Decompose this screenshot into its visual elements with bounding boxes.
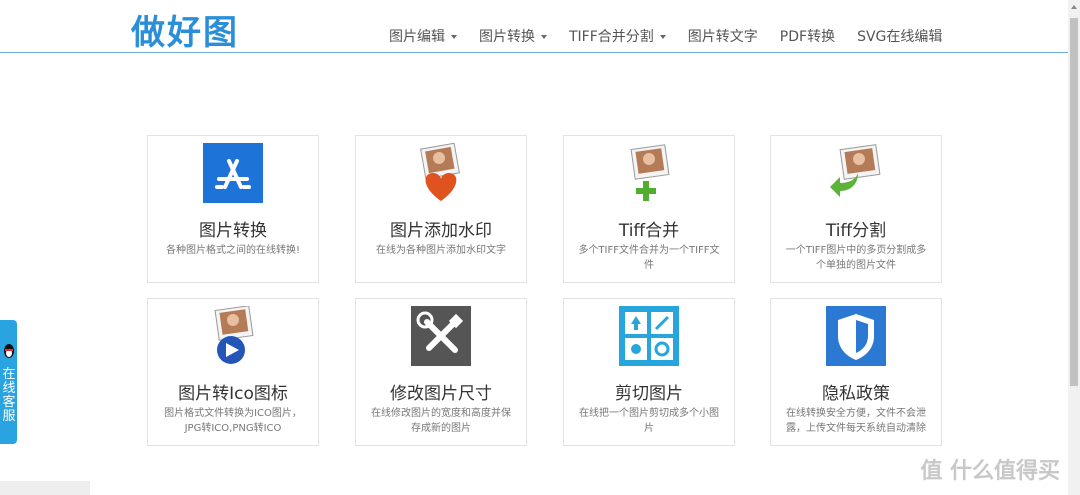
shield-icon: [826, 306, 886, 366]
side-tab-label: 在线客服: [2, 367, 16, 424]
scroll-up-icon[interactable]: [1071, 5, 1077, 9]
nav-tiff[interactable]: TIFF合并分割: [569, 26, 666, 46]
card-desc: 一个TIFF图片中的多页分割成多个单独的图片文件: [785, 245, 927, 271]
site-logo[interactable]: 做好图: [131, 5, 239, 54]
page-scrollbar[interactable]: [1068, 0, 1080, 495]
qq-penguin-icon: [4, 344, 14, 358]
card-watermark[interactable]: 图片添加水印 在线为各种图片添加水印文字: [355, 135, 527, 283]
card-desc: 图片格式文件转换为ICO图片，JPG转ICO,PNG转ICO: [164, 408, 302, 434]
card-title: Tiff分割: [825, 221, 887, 241]
photo-arrow-icon: [830, 144, 881, 197]
card-title: 图片转换: [199, 221, 267, 241]
card-tiff-split[interactable]: Tiff分割 一个TIFF图片中的多页分割成多个单独的图片文件: [770, 135, 942, 283]
card-title: 图片转Ico图标: [178, 384, 288, 404]
status-bar: [0, 481, 90, 495]
nav-svg[interactable]: SVG在线编辑: [857, 26, 942, 46]
card-desc: 多个TIFF文件合并为一个TIFF文件: [578, 245, 720, 271]
nav-image-edit[interactable]: 图片编辑: [389, 26, 457, 46]
card-title: 隐私政策: [822, 384, 890, 404]
nav-image-to-text[interactable]: 图片转文字: [688, 26, 758, 46]
card-image-convert[interactable]: 图片转换 各种图片格式之间的在线转换!: [147, 135, 319, 283]
photo-plus-icon: [630, 144, 670, 201]
photo-heart-icon: [420, 143, 460, 201]
card-title: Tiff合并: [618, 221, 680, 241]
caret-down-icon: [451, 35, 457, 39]
card-cut-image[interactable]: 剪切图片 在线把一个图片剪切成多个小图片: [563, 298, 735, 446]
card-desc: 在线把一个图片剪切成多个小图片: [579, 408, 719, 434]
card-title: 剪切图片: [615, 384, 683, 404]
smzdm-watermark: 值 什么值得买: [920, 459, 1060, 484]
nav-image-convert[interactable]: 图片转换: [479, 26, 547, 46]
card-image-to-ico[interactable]: 图片转Ico图标 图片格式文件转换为ICO图片，JPG转ICO,PNG转ICO: [147, 298, 319, 446]
caret-down-icon: [659, 35, 666, 39]
card-resize[interactable]: 修改图片尺寸 在线修改图片的宽度和高度并保存成新的图片: [355, 298, 527, 446]
card-privacy[interactable]: 隐私政策 在线转换安全方便，文件不会泄露，上传文件每天系统自动清除: [770, 298, 942, 446]
card-desc: 在线为各种图片添加水印文字: [376, 245, 506, 256]
caret-down-icon: [541, 35, 547, 39]
nav-pdf[interactable]: PDF转换: [780, 26, 835, 46]
cut-grid-icon: [619, 306, 679, 366]
scroll-thumb[interactable]: [1070, 18, 1078, 386]
main-nav: 图片编辑 图片转换 TIFF合并分割 图片转文字 PDF转换 SVG在线编辑: [389, 26, 964, 46]
card-desc: 在线转换安全方便，文件不会泄露，上传文件每天系统自动清除: [786, 408, 926, 434]
tools-icon: [411, 306, 471, 366]
card-desc: 各种图片格式之间的在线转换!: [165, 245, 300, 256]
photo-play-icon: [214, 306, 254, 364]
app-store-icon: [203, 143, 263, 203]
card-title: 图片添加水印: [390, 221, 492, 241]
online-service-tab[interactable]: 在线客服: [0, 320, 17, 444]
card-desc: 在线修改图片的宽度和高度并保存成新的图片: [371, 408, 511, 434]
card-tiff-merge[interactable]: Tiff合并 多个TIFF文件合并为一个TIFF文件: [563, 135, 735, 283]
top-header: 做好图 图片编辑 图片转换 TIFF合并分割 图片转文字 PDF转换 SVG在线…: [0, 0, 1068, 53]
card-title: 修改图片尺寸: [390, 384, 492, 404]
